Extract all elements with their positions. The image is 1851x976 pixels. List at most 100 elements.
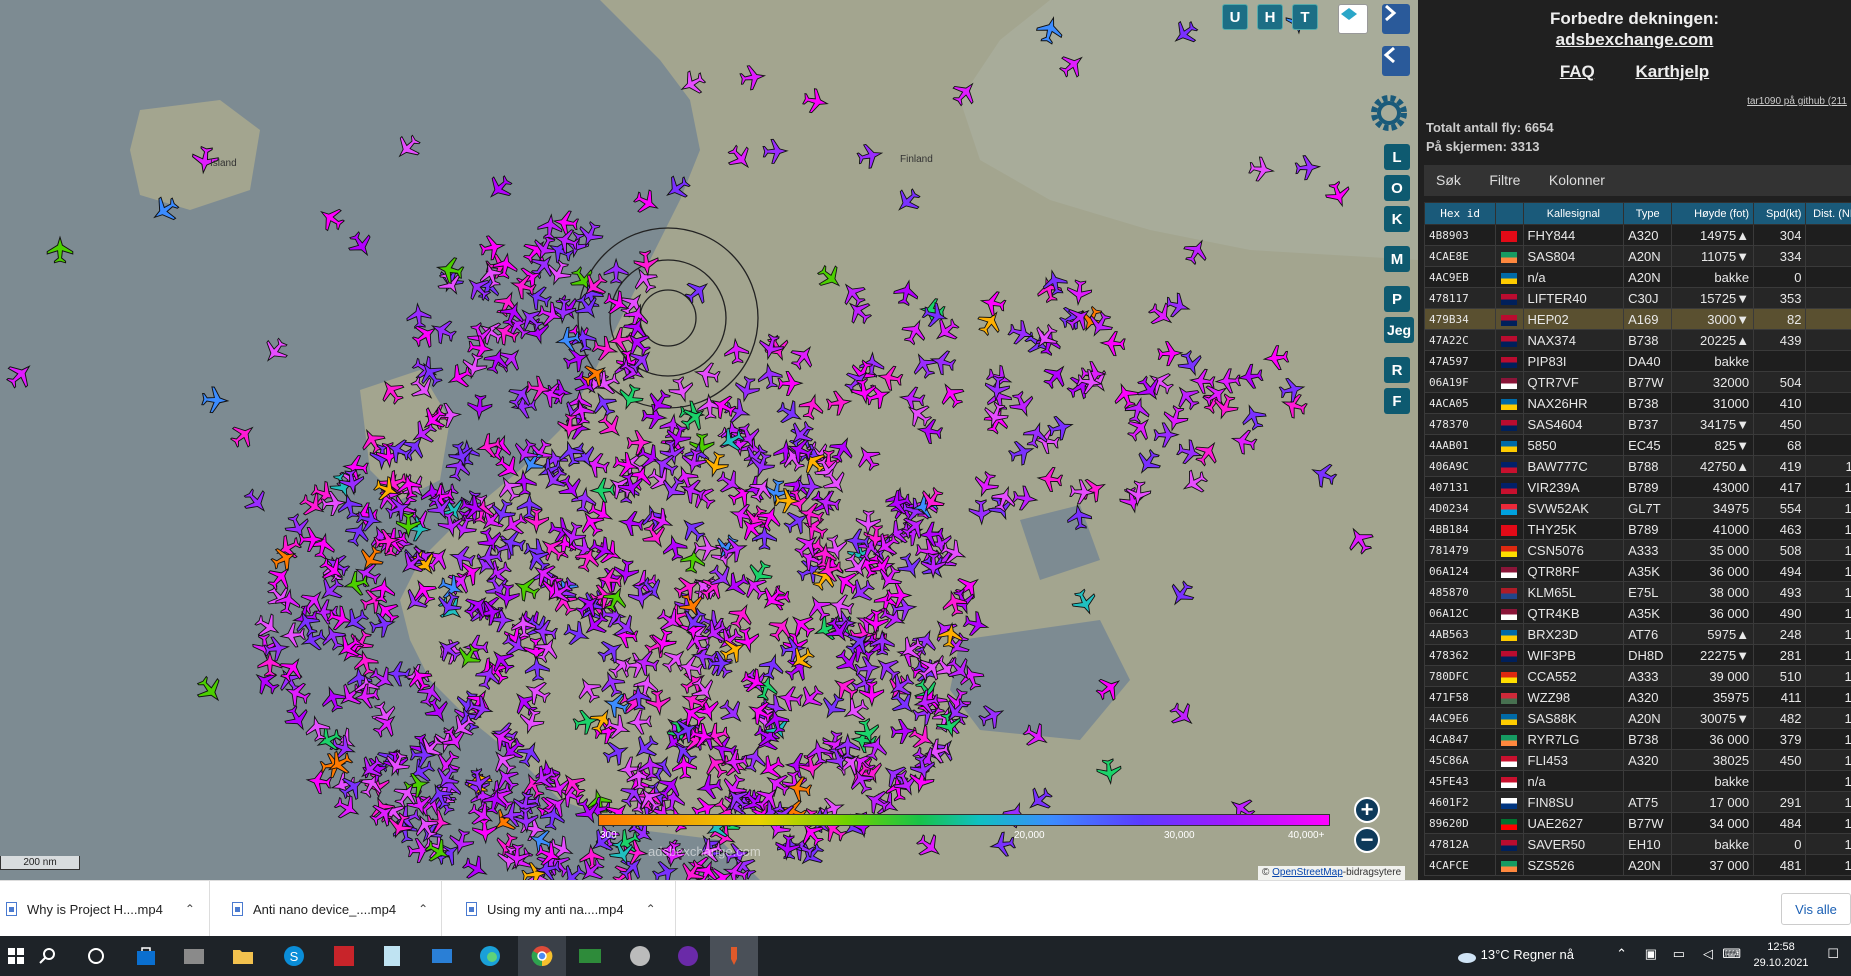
faq-link[interactable]: FAQ (1560, 62, 1595, 81)
table-row[interactable]: 4AC9E6 SAS88KA20N30075▼48215 (1423, 707, 1851, 729)
table-row[interactable]: 407131 VIR239AB7894300041712 (1423, 476, 1851, 498)
side-button-k[interactable]: K (1384, 206, 1410, 232)
flag-icon (1501, 461, 1518, 473)
karthjelp-link[interactable]: Karthjelp (1636, 62, 1710, 81)
table-row[interactable]: 45FE43 n/a bakke 16 (1423, 770, 1851, 792)
clock[interactable]: 12:58 29.10.2021 (1747, 939, 1815, 971)
download-item[interactable]: Using my anti na....mp4 ⌃ (442, 881, 676, 937)
task-view-button[interactable] (82, 942, 110, 970)
cell-altitude: 34 000 (1671, 812, 1755, 834)
weather-widget[interactable]: 13°C Regner nå (1457, 947, 1597, 963)
table-row[interactable]: 47A22C NAX374B73820225▲4394 (1423, 329, 1851, 351)
table-row[interactable]: 06A124 QTR8RFA35K36 00049413 (1423, 560, 1851, 582)
zoom-out-button[interactable]: − (1354, 827, 1380, 853)
table-row[interactable]: 478362 WIF3PBDH8D22275▼28114 (1423, 644, 1851, 666)
map-view[interactable]: U H T L O K M P Jeg R F + − 200 nm 300 2… (0, 0, 1418, 880)
keyboard-icon[interactable]: ⌨ (1722, 946, 1741, 962)
explorer-button[interactable] (229, 942, 257, 970)
app-button[interactable] (330, 942, 358, 970)
table-row[interactable]: 45C86A FLI453A3203802545015 (1423, 749, 1851, 771)
flag-icon (1501, 797, 1518, 809)
layers-button[interactable] (1338, 4, 1368, 34)
display-icon[interactable]: ▭ (1673, 946, 1685, 962)
table-row[interactable]: 06A19F QTR7VFB77W320005045 (1423, 371, 1851, 393)
table-row[interactable]: 4AC9EB n/aA20Nbakke01 (1423, 266, 1851, 288)
side-button-p[interactable]: P (1384, 286, 1410, 312)
table-row[interactable]: 89620D UAE2627B77W34 00048416 (1423, 812, 1851, 834)
skype-button[interactable]: S (280, 942, 308, 970)
store-button[interactable] (132, 942, 160, 970)
table-row[interactable]: 47A597 PIP83IDA40bakke 5 (1423, 350, 1851, 372)
table-row[interactable]: 4BB184 THY25KB7894100046313 (1423, 518, 1851, 540)
search-button[interactable] (34, 942, 62, 970)
edge-button[interactable] (476, 942, 504, 970)
table-row[interactable]: 06A12C QTR4KBA35K36 00049014 (1423, 602, 1851, 624)
show-all-button[interactable]: Vis alle (1781, 893, 1851, 925)
app-button[interactable] (428, 942, 456, 970)
t-button[interactable]: T (1292, 4, 1318, 30)
table-row[interactable]: 4AB563 BRX23DAT765975▲24814 (1423, 623, 1851, 645)
col-distance[interactable]: Dist. (NM (1805, 202, 1851, 225)
table-row[interactable]: 780DFC CCA552A33339 00051015 (1423, 665, 1851, 687)
expand-right-button[interactable] (1382, 4, 1410, 34)
table-row[interactable]: 4B8903 FHY844A32014975▲3041 (1423, 224, 1851, 246)
col-altitude[interactable]: Høyde (fot) (1671, 202, 1755, 225)
promo-link[interactable]: adsbexchange.com (1556, 30, 1714, 49)
zoom-in-button[interactable]: + (1354, 797, 1380, 823)
app-button[interactable] (576, 942, 604, 970)
table-row[interactable]: 478117 LIFTER40C30J15725▼3532 (1423, 287, 1851, 309)
table-row[interactable]: 4CAFCE SZS526A20N37 00048116 (1423, 854, 1851, 876)
tab-filters[interactable]: Filtre (1477, 165, 1532, 196)
windows-start-button[interactable] (2, 942, 30, 970)
col-flag[interactable] (1495, 202, 1524, 225)
table-row[interactable]: 471F58 WZZ98A3203597541115 (1423, 686, 1851, 708)
app-button[interactable] (720, 942, 748, 970)
table-row[interactable]: 4AAB01 5850EC45825▼688 (1423, 434, 1851, 456)
github-link[interactable]: tar1090 på github (211 (1747, 96, 1847, 107)
download-item[interactable]: Why is Project H....mp4 ⌃ (0, 881, 210, 937)
app-button[interactable] (180, 942, 208, 970)
table-row[interactable]: 781479 CSN5076A33335 00050813 (1423, 539, 1851, 561)
tab-search[interactable]: Søk (1424, 165, 1473, 196)
side-button-o[interactable]: O (1384, 175, 1410, 201)
col-speed[interactable]: Spd(kt) (1753, 202, 1807, 225)
table-row[interactable]: 4ACA05 NAX26HRB738310004106 (1423, 392, 1851, 414)
table-row[interactable]: 485870 KLM65LE75L38 00049313 (1423, 581, 1851, 603)
table-row[interactable]: 4601F2 FIN8SUAT7517 00029116 (1423, 791, 1851, 813)
volume-icon[interactable]: ◁ (1703, 946, 1713, 962)
notification-icon[interactable]: ☐ (1827, 946, 1839, 962)
table-row[interactable]: 47812A SAVER50EH10bakke016 (1423, 833, 1851, 855)
collapse-left-button[interactable] (1382, 46, 1410, 76)
chevron-up-icon[interactable]: ⌃ (646, 902, 656, 916)
settings-button[interactable] (1366, 90, 1412, 136)
app-button[interactable] (674, 942, 702, 970)
table-row[interactable]: 4CA847 RYR7LGB73836 00037915 (1423, 728, 1851, 750)
h-button[interactable]: H (1257, 4, 1283, 30)
chevron-up-icon[interactable]: ⌃ (1616, 946, 1627, 962)
chevron-up-icon[interactable]: ⌃ (418, 902, 428, 916)
u-button[interactable]: U (1222, 4, 1248, 30)
chevron-up-icon[interactable]: ⌃ (185, 902, 195, 916)
app-button[interactable] (378, 942, 406, 970)
download-item[interactable]: Anti nano device_....mp4 ⌃ (210, 881, 442, 937)
side-button-m[interactable]: M (1384, 246, 1410, 272)
chrome-button[interactable] (528, 942, 556, 970)
side-button-r[interactable]: R (1384, 357, 1410, 383)
cell-flag (1495, 350, 1524, 372)
table-row[interactable]: 478370 SAS4604B73734175▼4508 (1423, 413, 1851, 435)
osm-link[interactable]: OpenStreetMap (1272, 867, 1343, 878)
table-row[interactable]: 4D0234 SVW52AKGL7T3497555413 (1423, 497, 1851, 519)
col-callsign[interactable]: Kallesignal (1522, 202, 1625, 225)
table-row[interactable]: 4CAE8E SAS804A20N11075▼3341 (1423, 245, 1851, 267)
tab-columns[interactable]: Kolonner (1537, 165, 1617, 196)
app-button[interactable] (626, 942, 654, 970)
network-icon[interactable]: ▣ (1645, 946, 1657, 962)
col-hex[interactable]: Hex id (1423, 202, 1497, 225)
table-row[interactable]: 479B34 HEP02A1693000▼823 (1423, 308, 1851, 330)
side-button-f[interactable]: F (1384, 388, 1410, 414)
col-type[interactable]: Type (1623, 202, 1673, 225)
side-button-l[interactable]: L (1384, 144, 1410, 170)
side-button-jeg[interactable]: Jeg (1384, 317, 1414, 343)
table-row[interactable]: 406A9C BAW777CB78842750▲41911 (1423, 455, 1851, 477)
map-canvas[interactable] (0, 0, 1418, 880)
